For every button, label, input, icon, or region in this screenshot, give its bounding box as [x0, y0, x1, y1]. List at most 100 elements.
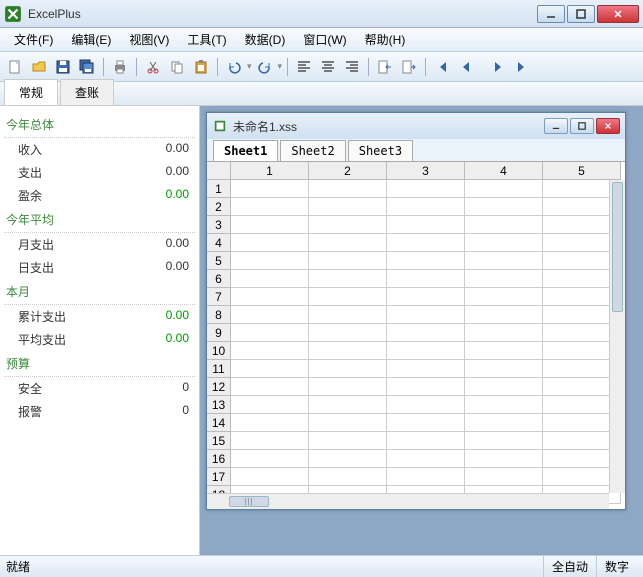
cell[interactable]: [465, 414, 543, 432]
row-header[interactable]: 2: [207, 198, 231, 216]
undo-dropdown-icon[interactable]: ▾: [247, 61, 252, 72]
cell[interactable]: [387, 180, 465, 198]
sheet-tab-2[interactable]: Sheet2: [280, 140, 345, 161]
column-header[interactable]: 4: [465, 162, 543, 180]
cell[interactable]: [309, 306, 387, 324]
row-header[interactable]: 13: [207, 396, 231, 414]
print-icon[interactable]: [109, 56, 131, 78]
cell[interactable]: [387, 342, 465, 360]
cell[interactable]: [387, 396, 465, 414]
cell[interactable]: [231, 450, 309, 468]
cell[interactable]: [465, 306, 543, 324]
row-header[interactable]: 1: [207, 180, 231, 198]
cell[interactable]: [465, 198, 543, 216]
cell[interactable]: [465, 432, 543, 450]
cell[interactable]: [231, 378, 309, 396]
cell[interactable]: [309, 252, 387, 270]
row-header[interactable]: 5: [207, 252, 231, 270]
cell[interactable]: [387, 234, 465, 252]
cell[interactable]: [387, 270, 465, 288]
column-header[interactable]: 5: [543, 162, 621, 180]
cell[interactable]: [465, 180, 543, 198]
cell[interactable]: [309, 450, 387, 468]
menu-data[interactable]: 数据(D): [237, 28, 294, 51]
cell[interactable]: [387, 198, 465, 216]
cell[interactable]: [309, 432, 387, 450]
cell[interactable]: [387, 414, 465, 432]
scrollbar-thumb[interactable]: [229, 496, 269, 507]
cell[interactable]: [231, 360, 309, 378]
cell[interactable]: [465, 216, 543, 234]
align-right-icon[interactable]: [341, 56, 363, 78]
cell[interactable]: [465, 252, 543, 270]
cell[interactable]: [309, 414, 387, 432]
cell[interactable]: [465, 360, 543, 378]
row-header[interactable]: 17: [207, 468, 231, 486]
menu-file[interactable]: 文件(F): [6, 28, 61, 51]
cell[interactable]: [387, 306, 465, 324]
child-maximize-button[interactable]: [570, 118, 594, 134]
cell[interactable]: [309, 468, 387, 486]
prev-icon[interactable]: [455, 56, 477, 78]
import-icon[interactable]: [374, 56, 396, 78]
redo-icon[interactable]: [254, 56, 276, 78]
cell[interactable]: [309, 180, 387, 198]
row-header[interactable]: 4: [207, 234, 231, 252]
cut-icon[interactable]: [142, 56, 164, 78]
row-header[interactable]: 15: [207, 432, 231, 450]
export-icon[interactable]: [398, 56, 420, 78]
cell[interactable]: [387, 432, 465, 450]
cell[interactable]: [231, 306, 309, 324]
scrollbar-thumb[interactable]: [612, 182, 623, 312]
spreadsheet-grid[interactable]: 12345123456789101112131415161718: [207, 161, 625, 509]
cell[interactable]: [309, 198, 387, 216]
row-header[interactable]: 7: [207, 288, 231, 306]
cell[interactable]: [231, 468, 309, 486]
cell[interactable]: [309, 288, 387, 306]
cell[interactable]: [309, 270, 387, 288]
column-header[interactable]: 3: [387, 162, 465, 180]
row-header[interactable]: 8: [207, 306, 231, 324]
cell[interactable]: [231, 252, 309, 270]
cell[interactable]: [231, 414, 309, 432]
paste-icon[interactable]: [190, 56, 212, 78]
cell[interactable]: [231, 396, 309, 414]
row-header[interactable]: 11: [207, 360, 231, 378]
menu-tools[interactable]: 工具(T): [179, 28, 234, 51]
cell[interactable]: [309, 234, 387, 252]
row-header[interactable]: 3: [207, 216, 231, 234]
child-close-button[interactable]: [596, 118, 620, 134]
align-center-icon[interactable]: [317, 56, 339, 78]
cell[interactable]: [309, 324, 387, 342]
minimize-button[interactable]: [537, 5, 565, 23]
cell[interactable]: [465, 450, 543, 468]
cell[interactable]: [231, 342, 309, 360]
cell[interactable]: [387, 450, 465, 468]
last-icon[interactable]: [511, 56, 533, 78]
column-header[interactable]: 2: [309, 162, 387, 180]
cell[interactable]: [231, 270, 309, 288]
grid-corner[interactable]: [207, 162, 231, 180]
close-button[interactable]: [597, 5, 639, 23]
cell[interactable]: [231, 288, 309, 306]
menu-edit[interactable]: 编辑(E): [63, 28, 119, 51]
side-tab-normal[interactable]: 常规: [4, 79, 58, 105]
cell[interactable]: [465, 378, 543, 396]
cell[interactable]: [231, 198, 309, 216]
cell[interactable]: [387, 468, 465, 486]
redo-dropdown-icon[interactable]: ▾: [278, 61, 283, 72]
save-all-icon[interactable]: [76, 56, 98, 78]
maximize-button[interactable]: [567, 5, 595, 23]
cell[interactable]: [465, 396, 543, 414]
menu-help[interactable]: 帮助(H): [357, 28, 414, 51]
row-header[interactable]: 9: [207, 324, 231, 342]
first-icon[interactable]: [431, 56, 453, 78]
sheet-tab-1[interactable]: Sheet1: [213, 140, 278, 161]
copy-icon[interactable]: [166, 56, 188, 78]
cell[interactable]: [465, 234, 543, 252]
new-file-icon[interactable]: [4, 56, 26, 78]
row-header[interactable]: 16: [207, 450, 231, 468]
cell[interactable]: [465, 270, 543, 288]
row-header[interactable]: 12: [207, 378, 231, 396]
cell[interactable]: [465, 288, 543, 306]
